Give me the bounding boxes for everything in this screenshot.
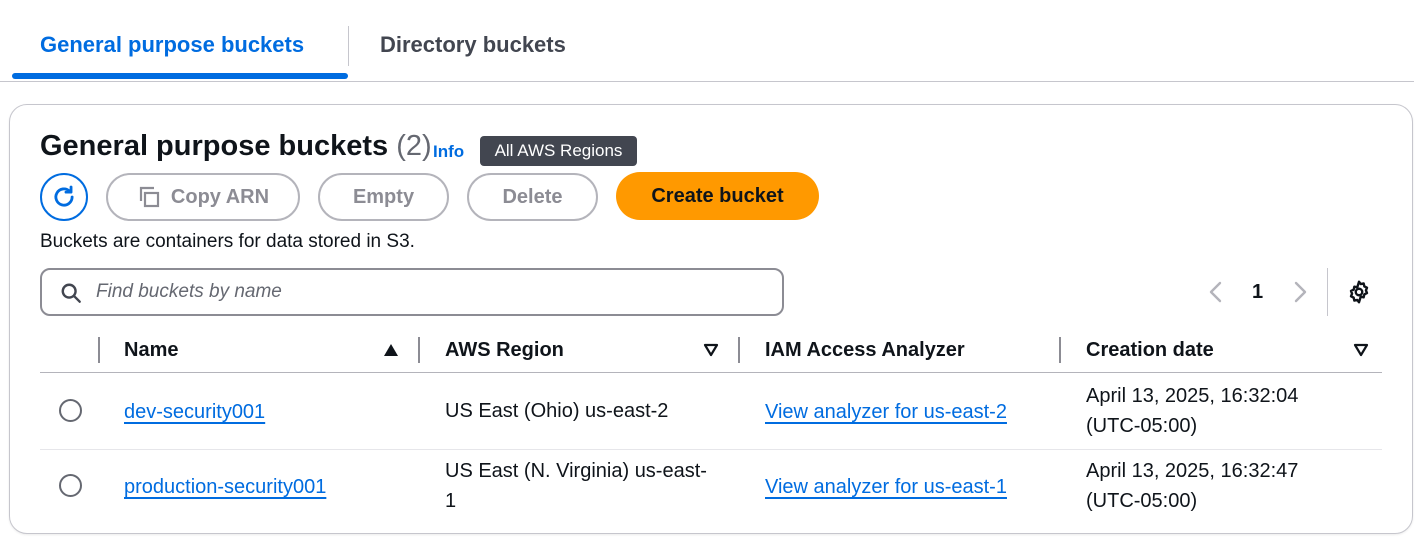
column-header-region[interactable]: AWS Region xyxy=(445,339,564,362)
column-separator xyxy=(1059,337,1061,363)
column-header-name[interactable]: Name xyxy=(124,339,178,362)
copy-arn-label: Copy ARN xyxy=(170,185,270,208)
empty-button[interactable]: Empty xyxy=(318,173,449,221)
chevron-left-icon[interactable] xyxy=(1206,280,1226,304)
gear-icon[interactable] xyxy=(1346,279,1372,305)
search-input[interactable] xyxy=(96,279,766,305)
copy-icon xyxy=(139,186,160,208)
column-separator xyxy=(738,337,740,363)
creation-date-timezone: (UTC-05:00) xyxy=(1086,490,1198,512)
bucket-type-tabs: General purpose buckets Directory bucket… xyxy=(0,0,1414,82)
column-header-creation-date[interactable]: Creation date xyxy=(1086,339,1214,362)
bucket-name-link[interactable]: production-security001 xyxy=(124,472,326,502)
sort-ascending-icon[interactable] xyxy=(383,343,399,357)
column-separator xyxy=(418,337,420,363)
bucket-region: US East (N. Virginia) us-east- 1 xyxy=(445,456,707,516)
tab-directory-buckets[interactable]: Directory buckets xyxy=(380,32,566,58)
table-row-divider xyxy=(40,449,1382,450)
panel-description: Buckets are containers for data stored i… xyxy=(40,231,415,252)
table-header-divider xyxy=(40,372,1382,373)
search-box xyxy=(40,268,784,316)
chevron-right-icon[interactable] xyxy=(1290,280,1310,304)
creation-date-timezone: (UTC-05:00) xyxy=(1086,415,1198,437)
current-page-number[interactable]: 1 xyxy=(1252,281,1263,304)
bucket-region-line: US East (N. Virginia) us-east- xyxy=(445,460,707,482)
bucket-region-line: US East (Ohio) us-east-2 xyxy=(445,400,669,422)
tab-divider xyxy=(348,26,349,66)
analyzer-link[interactable]: View analyzer for us-east-2 xyxy=(765,397,1007,427)
page-title: General purpose buckets (2) xyxy=(40,130,432,163)
copy-arn-button[interactable]: Copy ARN xyxy=(106,173,300,221)
row-select-radio[interactable] xyxy=(59,399,82,422)
refresh-button[interactable] xyxy=(40,173,88,221)
bucket-name-link[interactable]: dev-security001 xyxy=(124,397,265,427)
active-tab-indicator xyxy=(12,73,348,79)
creation-date: April 13, 2025, 16:32:47 (UTC-05:00) xyxy=(1086,456,1298,516)
search-icon xyxy=(61,283,81,303)
bucket-count: (2) xyxy=(396,130,432,162)
bucket-region: US East (Ohio) us-east-2 xyxy=(445,396,668,426)
bucket-region-line: 1 xyxy=(445,490,457,512)
column-header-analyzer[interactable]: IAM Access Analyzer xyxy=(765,339,965,362)
refresh-icon xyxy=(54,185,74,207)
creation-date: April 13, 2025, 16:32:04 (UTC-05:00) xyxy=(1086,381,1298,441)
creation-date-line: April 13, 2025, 16:32:47 xyxy=(1086,460,1299,482)
sort-icon[interactable] xyxy=(1353,343,1369,357)
sort-icon[interactable] xyxy=(703,343,719,357)
tab-general-purpose-buckets[interactable]: General purpose buckets xyxy=(40,32,304,58)
info-link[interactable]: Info xyxy=(433,142,464,162)
pager-divider xyxy=(1327,268,1328,316)
panel-title: General purpose buckets xyxy=(40,130,389,162)
column-separator xyxy=(98,337,100,363)
create-bucket-button[interactable]: Create bucket xyxy=(616,172,819,220)
analyzer-link[interactable]: View analyzer for us-east-1 xyxy=(765,472,1007,502)
delete-button[interactable]: Delete xyxy=(467,173,598,221)
row-select-radio[interactable] xyxy=(59,474,82,497)
region-badge: All AWS Regions xyxy=(480,136,637,166)
creation-date-line: April 13, 2025, 16:32:04 xyxy=(1086,385,1299,407)
